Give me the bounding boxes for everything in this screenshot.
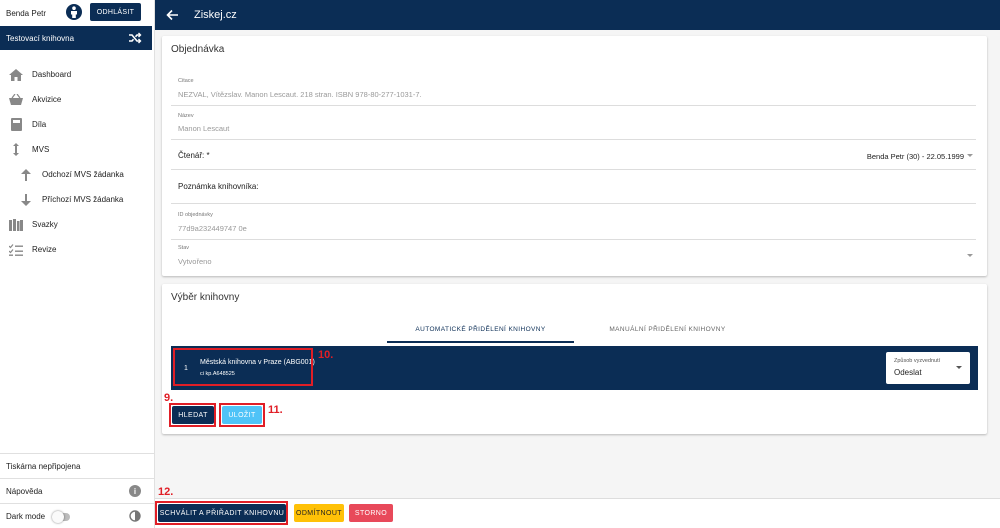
sidebar-item-label: Revize (32, 245, 57, 254)
page-title: Ziskej.cz (194, 9, 237, 21)
citation-label: Citace (178, 78, 194, 84)
reader-select[interactable]: Čtenář: * Benda Petr (30) - 22.05.1999 (171, 140, 976, 170)
annotation-label-12: 12. (158, 486, 174, 498)
note-label: Poznámka knihovníka: (178, 182, 259, 191)
selection-title: Výběr knihovny (171, 292, 240, 303)
sidebar-item-label: Dashboard (32, 70, 72, 79)
sidebar-nav: Dashboard Akvizice Díla MVS Odchozí MVS … (0, 62, 155, 262)
sidebar-item-mvs[interactable]: MVS (0, 137, 155, 162)
cancel-button[interactable]: STORNO (349, 504, 393, 522)
printer-status-label: Tiskárna nepřipojena (6, 461, 81, 471)
citation-value: NEZVAL, Vítězslav. Manon Lescaut. 218 st… (178, 90, 422, 99)
shuffle-icon[interactable] (128, 31, 142, 45)
order-id-value: 77d9a232449747 0e (178, 224, 247, 233)
checklist-icon (8, 242, 24, 258)
user-name: Benda Petr (6, 8, 47, 18)
contrast-icon (129, 510, 141, 522)
book-icon (8, 117, 24, 133)
sidebar-bottom: Tiskárna nepřipojena Nápověda i Dark mod… (0, 453, 155, 528)
dark-mode-item: Dark mode (0, 503, 155, 528)
chevron-down-icon (967, 254, 973, 257)
dark-mode-toggle[interactable] (52, 511, 70, 523)
order-card: Objednávka Citace NEZVAL, Vítězslav. Man… (162, 36, 987, 276)
pickup-method-select[interactable]: Způsob vyzvednutí Odeslat (886, 352, 970, 384)
library-switcher[interactable]: Testovací knihovna (0, 26, 152, 50)
order-id-label: ID objednávky (178, 212, 213, 218)
printer-status[interactable]: Tiskárna nepřipojena (0, 453, 155, 478)
library-books-icon (8, 217, 24, 233)
reader-value: Benda Petr (30) - 22.05.1999 (866, 152, 964, 161)
sidebar-item-label: Odchozí MVS žádanka (42, 170, 124, 179)
sidebar-item-prichozi[interactable]: Příchozí MVS žádanka (0, 187, 155, 212)
sidebar-item-label: Akvizice (32, 95, 62, 104)
app-header: Ziskej.cz (155, 0, 1000, 30)
user-avatar-icon[interactable] (66, 4, 82, 20)
arrow-down-icon (18, 192, 34, 208)
tab-automatic-assignment[interactable]: AUTOMATICKÉ PŘIDĚLENÍ KNIHOVNY (387, 326, 574, 333)
chevron-down-icon (967, 154, 973, 157)
pickup-method-label: Způsob vyzvednutí (894, 358, 941, 364)
arrow-up-icon (18, 167, 34, 183)
annotation-label-10: 10. (318, 349, 334, 361)
user-bar: Benda Petr ODHLÁSIT (0, 0, 154, 26)
active-tab-indicator (387, 341, 574, 343)
annotation-label-9: 9. (164, 392, 174, 404)
librarian-note-field[interactable]: Poznámka knihovníka: (171, 170, 976, 204)
annotation-box-10 (173, 348, 313, 386)
logout-button[interactable]: ODHLÁSIT (90, 3, 141, 21)
name-value: Manon Lescaut (178, 124, 230, 133)
sidebar-item-label: Svazky (32, 220, 58, 229)
state-value: Vytvořeno (178, 257, 212, 266)
toggle-knob (52, 511, 64, 523)
basket-icon (8, 92, 24, 108)
sidebar-item-dila[interactable]: Díla (0, 112, 155, 137)
pickup-method-value: Odeslat (894, 368, 922, 377)
sidebar-item-label: Příchozí MVS žádanka (42, 195, 124, 204)
citation-field[interactable]: Citace NEZVAL, Vítězslav. Manon Lescaut.… (171, 72, 976, 106)
tab-manual-assignment[interactable]: MANUÁLNÍ PŘIDĚLENÍ KNIHOVNY (574, 326, 761, 333)
state-label: Stav (178, 245, 190, 251)
info-icon[interactable]: i (129, 485, 141, 497)
annotation-box-9 (169, 403, 216, 427)
sidebar: Benda Petr ODHLÁSIT Testovací knihovna D… (0, 0, 155, 528)
annotation-box-11 (219, 403, 265, 427)
sidebar-item-label: Díla (32, 120, 47, 129)
name-field[interactable]: Název Manon Lescaut (171, 106, 976, 140)
chevron-down-icon (956, 366, 962, 369)
dark-mode-label: Dark mode (6, 511, 46, 521)
sidebar-item-label: MVS (32, 145, 50, 154)
sidebar-item-akvizice[interactable]: Akvizice (0, 87, 155, 112)
reader-label: Čtenář: * (178, 151, 210, 160)
name-label: Název (178, 113, 194, 119)
library-name: Testovací knihovna (6, 33, 75, 43)
order-id-field[interactable]: ID objednávky 77d9a232449747 0e (171, 204, 976, 240)
annotation-box-12 (155, 501, 288, 525)
order-title: Objednávka (171, 44, 225, 55)
sidebar-item-dashboard[interactable]: Dashboard (0, 62, 155, 87)
help-item[interactable]: Nápověda i (0, 478, 155, 503)
reject-button[interactable]: ODMÍTNOUT (294, 504, 344, 522)
swap-vertical-icon (8, 142, 24, 158)
annotation-label-11: 11. (268, 404, 283, 416)
state-select[interactable]: Stav Vytvořeno (171, 240, 976, 272)
home-icon (8, 67, 24, 83)
sidebar-item-odchozi[interactable]: Odchozí MVS žádanka (0, 162, 155, 187)
sidebar-item-revize[interactable]: Revize (0, 237, 155, 262)
back-arrow-icon[interactable] (165, 8, 179, 22)
sidebar-item-svazky[interactable]: Svazky (0, 212, 155, 237)
help-label: Nápověda (6, 486, 43, 496)
